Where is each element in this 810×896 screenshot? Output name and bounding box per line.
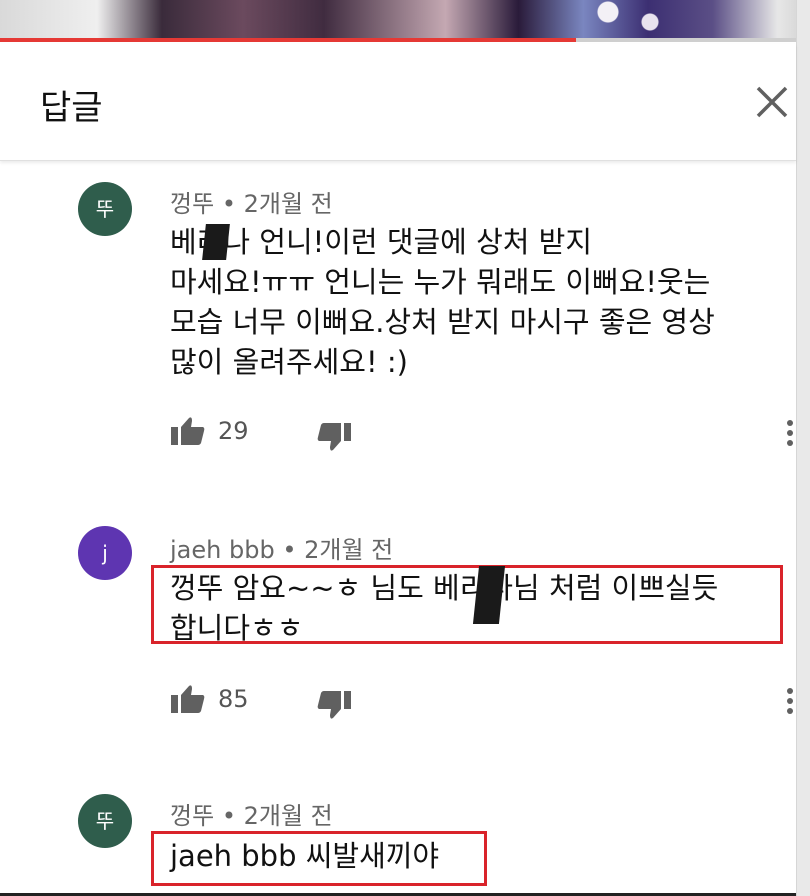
avatar[interactable]: j xyxy=(78,526,132,580)
highlight-box xyxy=(151,565,783,644)
avatar[interactable]: 뚜 xyxy=(78,794,132,848)
like-button[interactable]: 29 xyxy=(170,416,249,446)
meta-separator: • xyxy=(221,802,244,830)
video-player-thumbnail[interactable] xyxy=(0,0,810,42)
thumbs-down-icon xyxy=(317,423,351,451)
like-count: 85 xyxy=(218,685,249,713)
avatar[interactable]: 뚜 xyxy=(78,182,132,236)
video-progress-fill xyxy=(0,38,576,42)
thumbs-up-icon xyxy=(171,685,205,713)
comment-meta: jaeh bbb • 2개월 전 xyxy=(170,530,393,565)
comment-line: 많이 올려주세요! :) xyxy=(170,345,408,379)
comment-line: 베리나 언니!이런 댓글에 상처 받지 xyxy=(170,225,593,259)
comment-text: 베리나 언니!이런 댓글에 상처 받지 마세요!ㅠㅠ 언니는 누가 뭐래도 이뻐… xyxy=(170,222,715,382)
dislike-button[interactable] xyxy=(316,422,352,456)
author-name[interactable]: jaeh bbb xyxy=(170,536,275,564)
more-dot xyxy=(787,430,793,436)
page-title: 답글 xyxy=(40,88,103,128)
more-dot xyxy=(787,708,793,714)
thumbs-up-icon xyxy=(171,417,205,445)
comment-line: 마세요!ㅠㅠ 언니는 누가 뭐래도 이뻐요!웃는 xyxy=(170,265,711,299)
comment-line: 모습 너무 이뻐요.상처 받지 마시구 좋은 영상 xyxy=(170,305,715,339)
more-options-button[interactable] xyxy=(784,418,796,450)
like-count: 29 xyxy=(218,417,249,445)
scrollbar[interactable] xyxy=(796,0,810,896)
more-options-button[interactable] xyxy=(784,686,796,718)
more-dot xyxy=(787,440,793,446)
more-dot xyxy=(787,698,793,704)
author-name[interactable]: 껑뚜 xyxy=(170,190,214,218)
dislike-button[interactable] xyxy=(316,690,352,724)
replies-header: 답글 xyxy=(0,44,796,161)
more-vertical-icon xyxy=(787,420,793,426)
close-icon xyxy=(756,86,788,118)
video-frame-detail xyxy=(560,0,680,40)
comment-time: 2개월 전 xyxy=(304,536,394,564)
comment-meta: 껑뚜 • 2개월 전 xyxy=(170,184,333,219)
redaction-mark xyxy=(202,224,230,260)
comment-meta: 껑뚜 • 2개월 전 xyxy=(170,796,333,831)
thumbs-down-icon xyxy=(317,691,351,719)
like-button[interactable]: 85 xyxy=(170,684,249,714)
more-vertical-icon xyxy=(787,688,793,694)
video-progress-bar[interactable] xyxy=(0,38,800,42)
author-name[interactable]: 껑뚜 xyxy=(170,802,214,830)
highlight-box xyxy=(151,831,487,886)
meta-separator: • xyxy=(221,190,244,218)
close-button[interactable] xyxy=(752,82,800,130)
comment-time: 2개월 전 xyxy=(243,802,333,830)
meta-separator: • xyxy=(282,536,305,564)
comment-time: 2개월 전 xyxy=(243,190,333,218)
